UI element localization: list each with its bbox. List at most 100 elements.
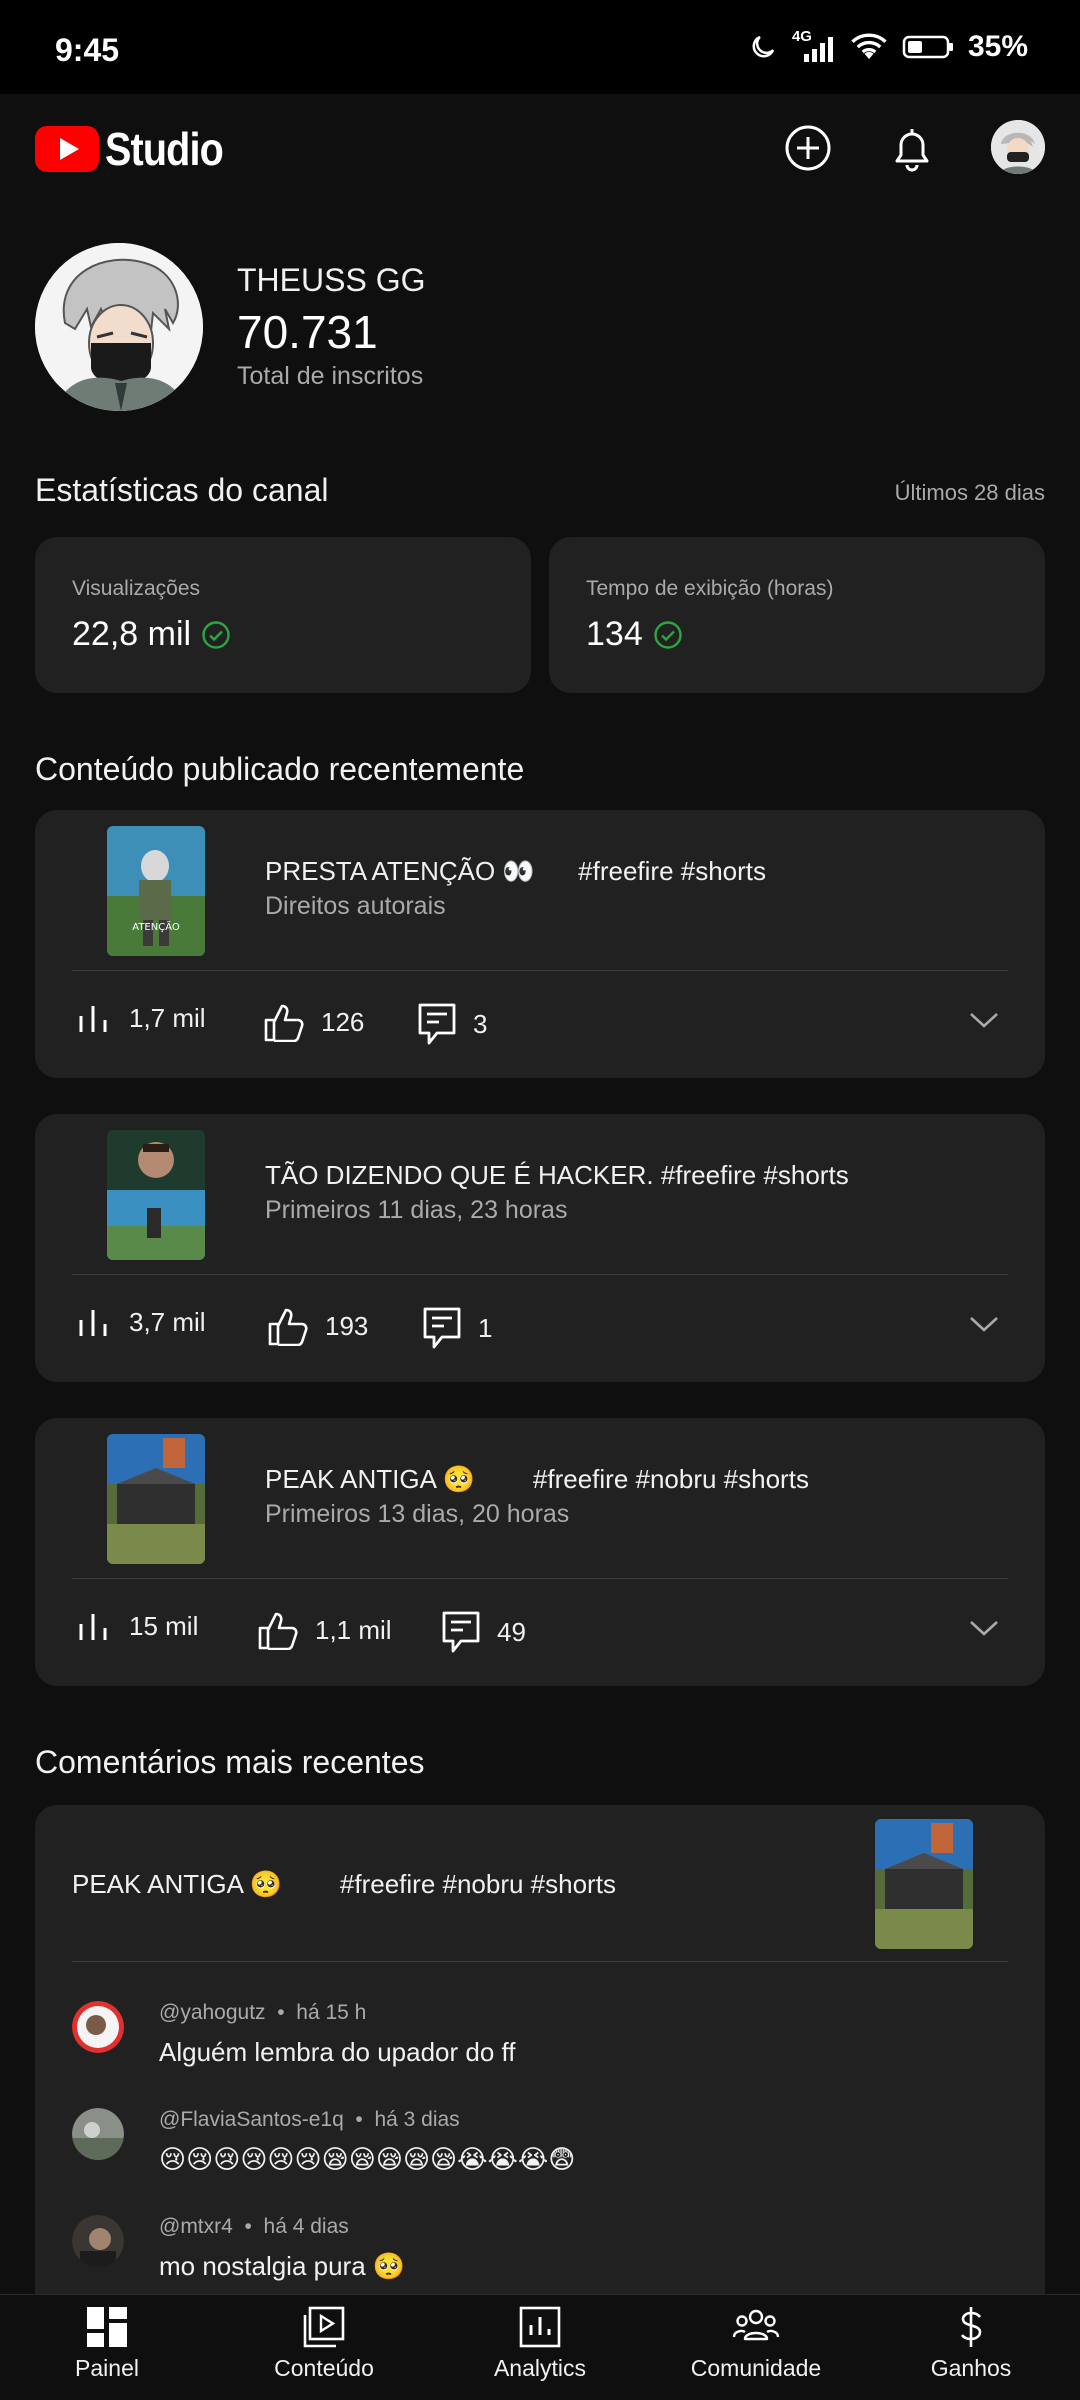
video-subtitle: Direitos autorais [265, 892, 446, 920]
chevron-down-icon[interactable] [968, 1314, 1000, 1334]
comment-text: mo nostalgia pura 🥺 [159, 2251, 406, 2281]
stat-label: Visualizações [72, 577, 201, 600]
commenter-avatar[interactable] [72, 2001, 124, 2053]
wifi-icon [851, 33, 887, 59]
subscriber-label: Total de inscritos [237, 362, 424, 390]
nav-item-comunidade[interactable]: Comunidade [661, 2305, 851, 2382]
nav-item-conteudo[interactable]: Conteúdo [229, 2305, 419, 2382]
comment-icon [423, 1307, 461, 1349]
comment-time: há 4 dias [263, 2215, 349, 2238]
bell-icon [895, 129, 929, 172]
status-time: 9:45 [55, 32, 120, 68]
nav-label: Ganhos [930, 2355, 1012, 2381]
comment-author[interactable]: @mtxr4 [159, 2215, 233, 2238]
bar-chart-icon [79, 1006, 107, 1032]
video-card[interactable]: TÃO DIZENDO QUE É HACKER. #freefire #sho… [35, 1114, 1045, 1382]
comments-count: 1 [478, 1312, 493, 1343]
stat-number: 134 [586, 615, 643, 653]
status-bar: 9:45 4G 35% [0, 0, 1080, 94]
divider [72, 1961, 1008, 1962]
add-circle-icon [785, 125, 831, 171]
comment-author[interactable]: @FlaviaSantos-e1q [159, 2108, 344, 2131]
likes-metric: 126 [263, 1002, 364, 1042]
notifications-button[interactable] [882, 118, 942, 178]
chevron-down-icon[interactable] [968, 1010, 1000, 1030]
comment-video-thumbnail[interactable] [875, 1819, 973, 1949]
thumbs-up-icon [258, 1612, 298, 1650]
likes-count: 193 [325, 1310, 369, 1341]
views-count: 15 mil [129, 1610, 199, 1641]
bar-chart-icon [79, 1614, 107, 1640]
signal-icon: 4G [792, 28, 836, 62]
account-avatar[interactable] [991, 120, 1045, 174]
app-header: Studio [0, 94, 1080, 204]
commenter-avatar[interactable] [72, 2215, 124, 2267]
channel-avatar[interactable] [35, 243, 203, 411]
nav-item-ganhos[interactable]: Ganhos [876, 2305, 1066, 2382]
comment-author[interactable]: @yahogutz [159, 2001, 266, 2024]
likes-metric: 193 [267, 1306, 368, 1346]
video-card[interactable]: PEAK ANTIGA 🥺 #freefire #nobru #shorts P… [35, 1418, 1045, 1686]
subscriber-count: 70.731 [237, 306, 378, 358]
likes-count: 126 [321, 1006, 365, 1037]
bar-chart-icon [79, 1310, 107, 1336]
analytics-icon [519, 2306, 561, 2348]
bottom-navigation: Painel Conteúdo Analytics Comunidade Gan… [0, 2294, 1080, 2400]
nav-label: Comunidade [690, 2355, 822, 2381]
thumbs-up-icon [268, 1308, 308, 1346]
comment-icon [418, 1003, 456, 1045]
dashboard-icon [87, 2307, 127, 2347]
nav-label: Analytics [493, 2355, 587, 2381]
dollar-icon [960, 2307, 982, 2347]
chevron-down-icon[interactable] [968, 1618, 1000, 1638]
content-icon [303, 2306, 345, 2348]
likes-count: 1,1 mil [315, 1614, 392, 1645]
comment-meta: @FlaviaSantos-e1q • há 3 dias [159, 2108, 460, 2131]
stat-value: 22,8 mil [72, 615, 231, 654]
comments-metric: 1 [422, 1306, 492, 1350]
video-thumbnail[interactable] [107, 1434, 205, 1564]
nav-label: Painel [75, 2355, 139, 2381]
comments-metric: 49 [441, 1610, 526, 1654]
divider [72, 1578, 1008, 1579]
comment-meta: @mtxr4 • há 4 dias [159, 2215, 349, 2238]
comment-icon [442, 1611, 480, 1653]
video-subtitle: Primeiros 13 dias, 20 horas [265, 1500, 570, 1528]
youtube-studio-logo[interactable]: Studio [35, 122, 242, 176]
channel-name: THEUSS GG [237, 262, 426, 298]
stat-number: 22,8 mil [72, 615, 192, 653]
logo-text: Studio [105, 123, 224, 175]
divider [72, 970, 1008, 971]
views-metric: 3,7 mil [77, 1306, 206, 1338]
comment-meta: @yahogutz • há 15 h [159, 2001, 367, 2024]
youtube-play-icon [35, 126, 99, 172]
views-count: 1,7 mil [129, 1002, 206, 1033]
stat-card-watch-time[interactable]: Tempo de exibição (horas) 134 [549, 537, 1045, 693]
video-thumbnail[interactable] [107, 1130, 205, 1260]
stats-period: Últimos 28 dias [894, 480, 1045, 505]
comment-text: 😢😢😢😢😢😢😪😪😪😪😪😭😭😭😨 [159, 2144, 576, 2174]
video-thumbnail[interactable]: ATENÇÃO [107, 826, 205, 956]
create-button[interactable] [778, 118, 838, 178]
comment-video-title: PEAK ANTIGA 🥺 #freefire #nobru #shorts [72, 1869, 616, 1899]
battery-icon [902, 35, 953, 59]
nav-label: Conteúdo [274, 2355, 374, 2381]
svg-text:ATENÇÃO: ATENÇÃO [132, 920, 180, 933]
comments-count: 49 [497, 1616, 526, 1647]
views-metric: 15 mil [77, 1610, 198, 1642]
comment-time: há 15 h [296, 2001, 367, 2024]
recent-comments-title: Comentários mais recentes [35, 1744, 425, 1780]
video-card[interactable]: ATENÇÃO PRESTA ATENÇÃO 👀 #freefire #shor… [35, 810, 1045, 1078]
moon-icon [752, 35, 775, 58]
community-icon [732, 2309, 780, 2341]
stat-label: Tempo de exibição (horas) [586, 577, 834, 600]
battery-level: 35% [967, 30, 1028, 63]
nav-item-painel[interactable]: Painel [12, 2305, 202, 2382]
thumbs-up-icon [264, 1004, 304, 1042]
nav-item-analytics[interactable]: Analytics [445, 2305, 635, 2382]
likes-metric: 1,1 mil [257, 1610, 392, 1650]
stat-card-views[interactable]: Visualizações 22,8 mil [35, 537, 531, 693]
commenter-avatar[interactable] [72, 2108, 124, 2160]
comments-card[interactable]: PEAK ANTIGA 🥺 #freefire #nobru #shorts @… [35, 1805, 1045, 2325]
views-metric: 1,7 mil [77, 1002, 206, 1034]
